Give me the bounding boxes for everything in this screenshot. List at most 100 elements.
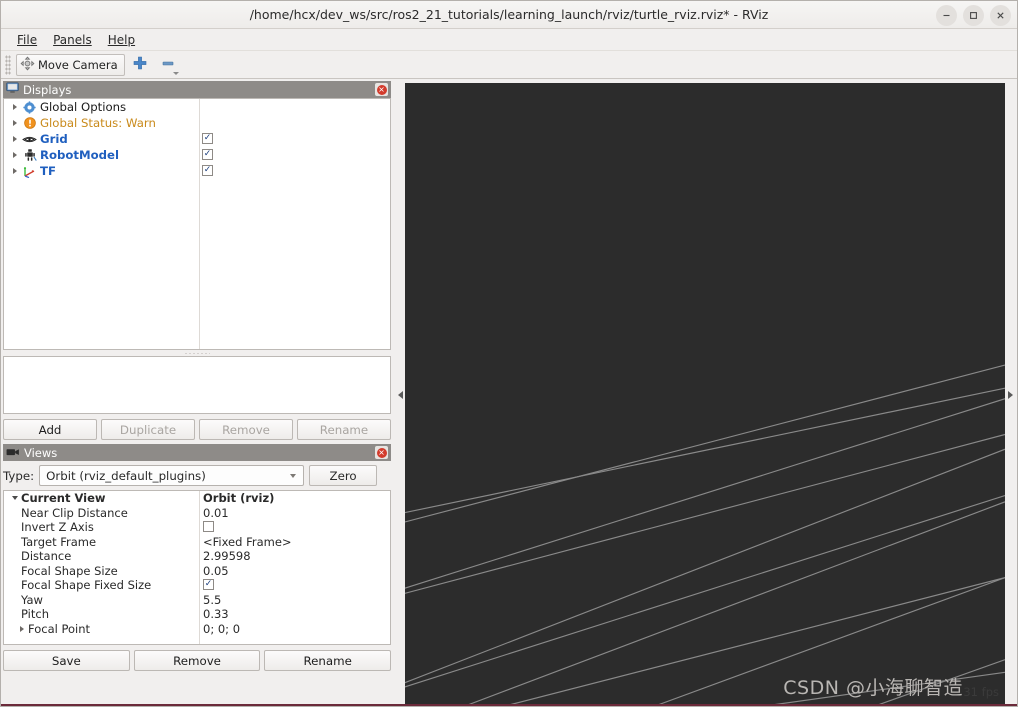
grid-render <box>405 83 1005 706</box>
views-panel-header: Views × <box>3 444 391 461</box>
property-checkbox[interactable]: ✓ <box>203 579 214 590</box>
viewport-area: CSDN @小海聊智造 31 fps <box>393 79 1017 706</box>
window-controls <box>936 5 1011 26</box>
expander-icon[interactable] <box>8 101 21 114</box>
view-type-value: Orbit (rviz_default_plugins) <box>46 468 206 483</box>
minimize-button[interactable] <box>936 5 957 26</box>
display-description-box <box>3 356 391 414</box>
rename-view-button[interactable]: Rename <box>264 650 392 671</box>
render-viewport[interactable]: CSDN @小海聊智造 <box>405 83 1005 706</box>
displays-button-row: Add Duplicate Remove Rename <box>3 414 391 444</box>
toolbar-grip[interactable] <box>5 54 11 75</box>
left-dock-column: Displays × Global Options Global Status:… <box>1 79 393 706</box>
property-name: Near Clip Distance <box>21 505 128 520</box>
property-value: 0.01 <box>203 505 229 520</box>
display-label: Global Options <box>40 100 127 114</box>
view-type-row: Type: Orbit (rviz_default_plugins) Zero <box>3 461 391 490</box>
right-panel-collapse-handle[interactable] <box>1005 83 1015 706</box>
warning-icon <box>21 116 38 131</box>
window-title: /home/hcx/dev_ws/src/ros2_21_tutorials/l… <box>249 7 769 22</box>
expander-icon[interactable] <box>8 492 21 505</box>
view-type-select[interactable]: Orbit (rviz_default_plugins) <box>39 465 305 486</box>
menu-panels-label: Panels <box>53 32 92 47</box>
menu-file[interactable]: File <box>9 31 45 49</box>
displays-tree[interactable]: Global Options Global Status: Warn Grid … <box>3 98 391 350</box>
display-label: RobotModel <box>40 148 119 162</box>
expander-icon[interactable] <box>8 149 21 162</box>
property-value: 2.99598 <box>203 549 251 564</box>
display-item-robotmodel[interactable]: RobotModel ✓ <box>4 147 390 163</box>
display-item-global-options[interactable]: Global Options <box>4 99 390 115</box>
rviz-window: /home/hcx/dev_ws/src/ros2_21_tutorials/l… <box>0 0 1018 707</box>
property-name: Yaw <box>21 592 43 607</box>
property-value: 0.33 <box>203 607 229 622</box>
property-name: Pitch <box>21 607 49 622</box>
property-name: Distance <box>21 549 72 564</box>
display-visibility-checkbox[interactable]: ✓ <box>202 149 213 160</box>
title-bar: /home/hcx/dev_ws/src/ros2_21_tutorials/l… <box>1 1 1017 29</box>
property-distance[interactable]: Distance 2.99598 <box>4 549 390 564</box>
minus-icon <box>161 56 175 73</box>
property-focal-shape-fixed-size[interactable]: Focal Shape Fixed Size ✓ <box>4 578 390 593</box>
tf-axes-icon <box>21 164 38 179</box>
property-near-clip-distance[interactable]: Near Clip Distance 0.01 <box>4 506 390 521</box>
display-item-global-status[interactable]: Global Status: Warn <box>4 115 390 131</box>
menu-help[interactable]: Help <box>100 31 143 49</box>
property-target-frame[interactable]: Target Frame <Fixed Frame> <box>4 535 390 550</box>
save-view-button[interactable]: Save <box>3 650 130 671</box>
property-invert-z-axis[interactable]: Invert Z Axis <box>4 520 390 535</box>
add-tool-button[interactable] <box>127 54 153 76</box>
move-camera-button[interactable]: Move Camera <box>16 53 125 76</box>
property-checkbox[interactable] <box>203 521 214 532</box>
display-visibility-checkbox[interactable]: ✓ <box>202 165 213 176</box>
main-area: Displays × Global Options Global Status:… <box>1 79 1017 706</box>
expander-icon[interactable] <box>8 117 21 130</box>
property-value: Orbit (rviz) <box>203 491 275 506</box>
remove-display-button[interactable]: Remove <box>199 419 293 440</box>
property-name: Focal Point <box>28 621 91 636</box>
expander-icon[interactable] <box>15 622 28 635</box>
property-focal-shape-size[interactable]: Focal Shape Size 0.05 <box>4 564 390 579</box>
gear-icon <box>21 100 38 115</box>
views-panel-close[interactable]: × <box>375 446 388 459</box>
menu-help-label: Help <box>107 32 136 47</box>
display-label: Grid <box>40 132 68 146</box>
views-property-tree[interactable]: Current View Orbit (rviz) Near Clip Dist… <box>3 490 391 645</box>
maximize-button[interactable] <box>963 5 984 26</box>
property-current-view[interactable]: Current View Orbit (rviz) <box>4 491 390 506</box>
view-type-label: Type: <box>3 468 35 483</box>
displays-panel-header: Displays × <box>3 81 391 98</box>
property-name: Current View <box>21 491 106 506</box>
displays-panel-title: Displays <box>23 82 72 97</box>
property-yaw[interactable]: Yaw 5.5 <box>4 593 390 608</box>
plus-icon <box>133 56 147 73</box>
property-name: Invert Z Axis <box>21 520 94 535</box>
menu-panels[interactable]: Panels <box>45 31 100 49</box>
rename-display-button[interactable]: Rename <box>297 419 391 440</box>
display-label: Global Status: Warn <box>40 116 156 130</box>
property-value: 0; 0; 0 <box>203 621 241 636</box>
duplicate-display-button[interactable]: Duplicate <box>101 419 195 440</box>
remove-view-button[interactable]: Remove <box>133 650 261 671</box>
property-name: Focal Shape Fixed Size <box>21 578 152 593</box>
display-item-tf[interactable]: TF ✓ <box>4 163 390 179</box>
left-panel-collapse-handle[interactable] <box>395 83 405 706</box>
menu-file-label: File <box>17 32 38 47</box>
property-name: Focal Shape Size <box>21 563 118 578</box>
displays-panel-close[interactable]: × <box>375 83 388 96</box>
property-focal-point[interactable]: Focal Point 0; 0; 0 <box>4 622 390 637</box>
window-bottom-edge <box>1 704 1017 706</box>
add-display-button[interactable]: Add <box>3 419 97 440</box>
display-item-grid[interactable]: Grid ✓ <box>4 131 390 147</box>
property-pitch[interactable]: Pitch 0.33 <box>4 607 390 622</box>
move-camera-icon <box>20 55 35 74</box>
close-button[interactable] <box>990 5 1011 26</box>
display-visibility-checkbox[interactable]: ✓ <box>202 133 213 144</box>
tool-bar: Move Camera <box>1 51 1017 79</box>
close-icon: × <box>376 84 387 95</box>
display-label: TF <box>40 164 56 178</box>
expander-icon[interactable] <box>8 165 21 178</box>
zero-button[interactable]: Zero <box>309 465 378 486</box>
expander-icon[interactable] <box>8 133 21 146</box>
remove-tool-button[interactable] <box>155 54 181 76</box>
